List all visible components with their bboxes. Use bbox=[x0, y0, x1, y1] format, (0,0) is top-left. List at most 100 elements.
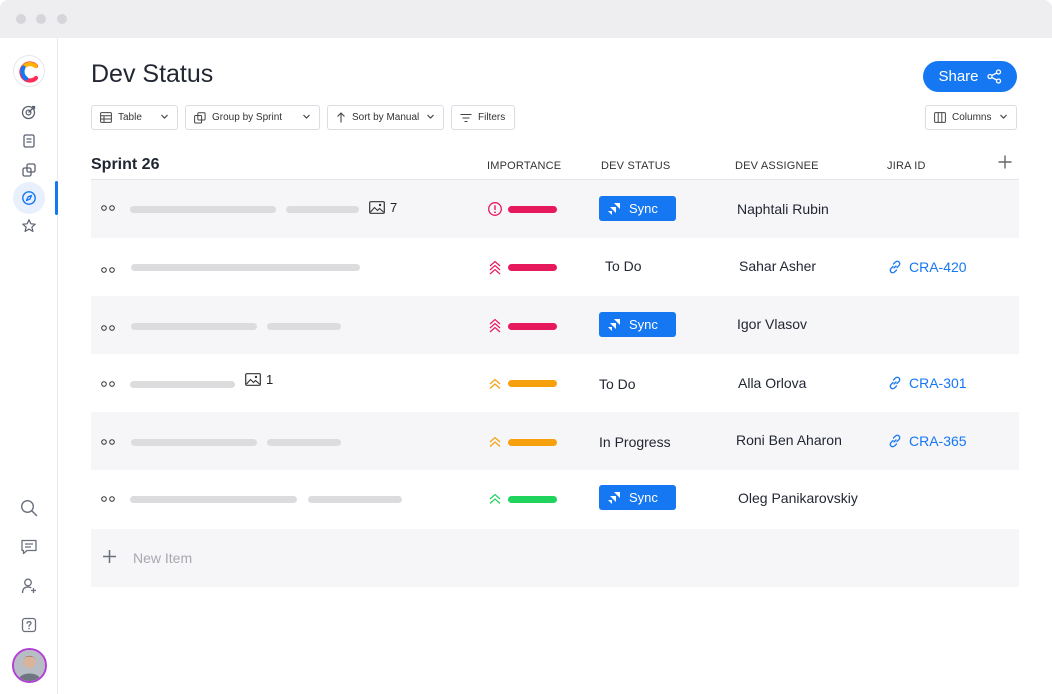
sync-label: Sync bbox=[629, 490, 658, 505]
jira-link[interactable]: CRA-420 bbox=[888, 259, 967, 275]
nav-invite[interactable] bbox=[13, 570, 45, 602]
title-placeholder-bar bbox=[130, 496, 297, 503]
window-minimize-dot[interactable] bbox=[36, 14, 46, 24]
title-placeholder-bar bbox=[131, 439, 257, 446]
drag-handle-icon[interactable] bbox=[101, 267, 115, 273]
column-header-importance[interactable]: IMPORTANCE bbox=[487, 160, 561, 172]
share-button[interactable]: Share bbox=[923, 61, 1017, 92]
add-user-icon bbox=[21, 578, 36, 594]
table-header: Sprint 26 IMPORTANCE DEV STATUS DEV ASSI… bbox=[91, 154, 1019, 180]
title-placeholder-bar bbox=[131, 264, 360, 271]
drag-handle-icon[interactable] bbox=[101, 325, 115, 331]
group-by-selector[interactable]: Group by Sprint bbox=[185, 105, 320, 130]
dev-status[interactable]: To Do bbox=[605, 258, 642, 274]
image-count-badge[interactable]: 1 bbox=[245, 372, 273, 387]
drag-handle-icon[interactable] bbox=[101, 205, 115, 211]
nav-feedback[interactable] bbox=[13, 531, 45, 563]
drag-handle-icon[interactable] bbox=[101, 439, 115, 445]
plus-icon bbox=[103, 550, 116, 563]
avatar-image bbox=[14, 650, 45, 681]
low-priority-icon bbox=[489, 493, 501, 504]
sidebar bbox=[0, 38, 58, 694]
chevron-down-icon bbox=[1000, 114, 1007, 119]
title-bar bbox=[0, 0, 1052, 38]
view-selector[interactable]: Table bbox=[91, 105, 178, 130]
jira-sync-button[interactable]: Sync bbox=[599, 196, 676, 221]
drag-handle-icon[interactable] bbox=[101, 496, 115, 502]
image-count: 7 bbox=[390, 200, 398, 215]
column-header-dev-status[interactable]: DEV STATUS bbox=[601, 160, 670, 172]
group-title: Sprint 26 bbox=[91, 156, 160, 173]
table-row[interactable]: 7 Sync Naphtali Rubin bbox=[91, 180, 1019, 238]
view-label: Table bbox=[118, 112, 142, 123]
table-row[interactable]: 1 To Do Alla Orlova CRA-301 bbox=[91, 354, 1019, 412]
title-placeholder-bar bbox=[286, 206, 359, 213]
table-row[interactable]: To Do Sahar Asher CRA-420 bbox=[91, 238, 1019, 296]
dev-status[interactable]: In Progress bbox=[599, 434, 671, 450]
title-placeholder-bar bbox=[267, 323, 341, 330]
columns-button[interactable]: Columns bbox=[925, 105, 1017, 130]
dev-status[interactable]: To Do bbox=[599, 376, 636, 392]
filters-button[interactable]: Filters bbox=[451, 105, 515, 130]
assignee-name[interactable]: Igor Vlasov bbox=[737, 316, 807, 332]
nav-favorites[interactable] bbox=[13, 210, 45, 242]
importance-bar[interactable] bbox=[508, 439, 557, 446]
link-icon bbox=[889, 434, 901, 448]
jira-link[interactable]: CRA-365 bbox=[888, 433, 967, 449]
assignee-name[interactable]: Oleg Panikarovskiy bbox=[738, 490, 858, 506]
sort-selector[interactable]: Sort by Manual bbox=[327, 105, 444, 130]
table-row[interactable]: Sync Oleg Panikarovskiy bbox=[91, 470, 1019, 528]
jira-icon bbox=[608, 491, 620, 504]
jira-id: CRA-420 bbox=[909, 259, 967, 275]
importance-bar[interactable] bbox=[508, 380, 557, 387]
window-maximize-dot[interactable] bbox=[57, 14, 67, 24]
high-priority-icon bbox=[489, 378, 501, 389]
importance-bar[interactable] bbox=[508, 323, 557, 330]
jira-sync-button[interactable]: Sync bbox=[599, 312, 676, 337]
table-row[interactable]: In Progress Roni Ben Aharon CRA-365 bbox=[91, 412, 1019, 470]
assignee-name[interactable]: Alla Orlova bbox=[738, 375, 806, 391]
drag-handle-icon[interactable] bbox=[101, 381, 115, 387]
title-placeholder-bar bbox=[130, 381, 235, 388]
message-icon bbox=[21, 539, 37, 555]
column-header-jira-id[interactable]: JIRA ID bbox=[887, 160, 926, 172]
document-icon bbox=[23, 134, 35, 148]
columns-label: Columns bbox=[952, 112, 992, 123]
column-header-dev-assignee[interactable]: DEV ASSIGNEE bbox=[735, 160, 819, 172]
jira-link[interactable]: CRA-301 bbox=[888, 375, 967, 391]
table-row[interactable]: Sync Igor Vlasov bbox=[91, 296, 1019, 354]
nav-search[interactable] bbox=[13, 492, 45, 524]
nav-docs[interactable] bbox=[13, 125, 45, 157]
app-logo[interactable] bbox=[13, 55, 45, 87]
highest-priority-icon bbox=[489, 318, 501, 333]
assignee-name[interactable]: Naphtali Rubin bbox=[737, 201, 829, 217]
chevron-down-icon bbox=[161, 114, 168, 119]
assignee-name[interactable]: Roni Ben Aharon bbox=[736, 432, 842, 448]
add-column-icon[interactable] bbox=[997, 154, 1013, 170]
chevron-down-icon bbox=[303, 114, 310, 119]
columns-icon bbox=[934, 112, 946, 123]
image-icon bbox=[369, 201, 385, 214]
image-icon bbox=[245, 373, 261, 386]
jira-sync-button[interactable]: Sync bbox=[599, 485, 676, 510]
importance-bar[interactable] bbox=[508, 496, 557, 503]
jira-id: CRA-365 bbox=[909, 433, 967, 449]
app-window: Dev Status Share Table Group by Sprint S… bbox=[0, 0, 1052, 694]
new-item-row[interactable]: New Item bbox=[91, 529, 1019, 587]
new-item-label: New Item bbox=[133, 550, 193, 566]
image-count-badge[interactable]: 7 bbox=[369, 200, 397, 215]
importance-bar[interactable] bbox=[508, 264, 557, 271]
sync-label: Sync bbox=[629, 317, 658, 332]
share-label: Share bbox=[938, 68, 979, 85]
help-icon bbox=[21, 617, 37, 633]
nav-help[interactable] bbox=[13, 609, 45, 641]
window-close-dot[interactable] bbox=[16, 14, 26, 24]
page-title: Dev Status bbox=[91, 60, 214, 88]
user-avatar[interactable] bbox=[12, 648, 47, 683]
nav-goals[interactable] bbox=[13, 96, 45, 128]
highest-priority-icon bbox=[489, 260, 501, 275]
filters-label: Filters bbox=[478, 112, 506, 123]
assignee-name[interactable]: Sahar Asher bbox=[739, 258, 816, 274]
group-by-label: Group by Sprint bbox=[212, 112, 283, 123]
importance-bar[interactable] bbox=[508, 206, 557, 213]
